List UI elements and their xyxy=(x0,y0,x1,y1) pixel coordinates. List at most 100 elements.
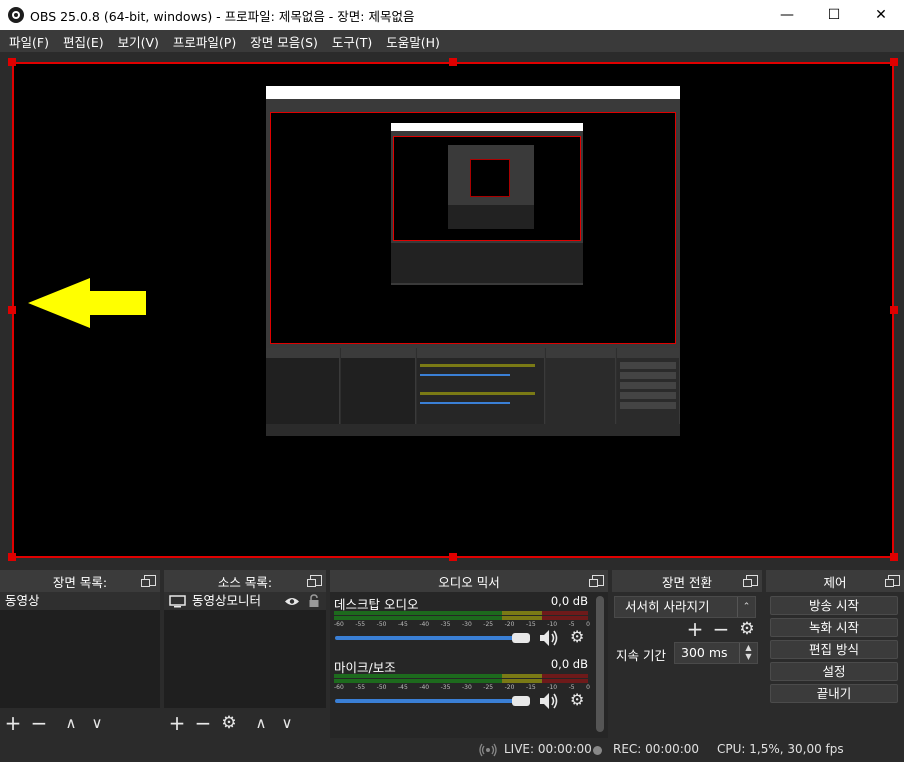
meter-tick: -35 xyxy=(440,684,451,691)
nested-slider xyxy=(420,374,510,376)
duration-spinbox[interactable]: 300 ms ▲ ▼ xyxy=(674,642,758,664)
remove-scene-button[interactable]: − xyxy=(26,710,52,736)
close-icon: ✕ xyxy=(875,7,887,23)
lock-icon[interactable] xyxy=(308,594,320,608)
volume-meter xyxy=(334,679,588,683)
menu-help[interactable]: 도움말(H) xyxy=(386,32,440,51)
undock-icon[interactable] xyxy=(307,575,322,587)
meter-tick: -15 xyxy=(525,621,536,628)
minimize-icon: — xyxy=(780,7,794,23)
menu-scene-collection[interactable]: 장면 모음(S) xyxy=(250,32,318,51)
menu-view[interactable]: 보기(V) xyxy=(118,32,159,51)
settings-button[interactable]: 설정 xyxy=(770,662,898,681)
live-timer: LIVE: 00:00:00 xyxy=(504,742,592,756)
add-source-button[interactable]: + xyxy=(164,710,190,736)
sources-dock: 소스 목록: 동영상모니터 + − ⚙ ∧ ∨ xyxy=(164,570,326,738)
menu-profile[interactable]: 프로파일(P) xyxy=(173,32,236,51)
meter-tick: -10 xyxy=(547,684,558,691)
meter-tick: -30 xyxy=(461,684,472,691)
resize-handle-top-left[interactable] xyxy=(8,58,16,66)
add-transition-button[interactable]: + xyxy=(682,616,708,642)
mixer-scrollbar[interactable] xyxy=(596,596,604,732)
spin-arrows-icon[interactable]: ▲ ▼ xyxy=(739,643,757,663)
resize-handle-bottom-left[interactable] xyxy=(8,553,16,561)
scene-down-button[interactable]: ∨ xyxy=(84,710,110,736)
speaker-icon[interactable] xyxy=(538,692,560,710)
eye-icon[interactable] xyxy=(284,596,300,607)
source-name: 동영상모니터 xyxy=(192,593,262,608)
resize-handle-left[interactable] xyxy=(8,306,16,314)
exit-button[interactable]: 끝내기 xyxy=(770,684,898,703)
nested-panel-header xyxy=(617,348,679,358)
volume-slider-knob[interactable] xyxy=(512,696,530,706)
scenes-toolbar: + − ∧ ∨ xyxy=(0,708,160,738)
nested-deep-capture xyxy=(448,145,534,229)
undock-icon[interactable] xyxy=(743,575,758,587)
controls-dock: 제어 방송 시작 녹화 시작 편집 방식 설정 끝내기 xyxy=(766,570,904,738)
source-up-button[interactable]: ∧ xyxy=(248,710,274,736)
scenes-dock-title: 장면 목록: xyxy=(52,574,108,590)
mixer-dock-title: 오디오 믹서 xyxy=(438,574,500,590)
studio-mode-button[interactable]: 편집 방식 xyxy=(770,640,898,659)
minimize-button[interactable]: — xyxy=(764,0,810,30)
meter-scale: -60 -55 -50 -45 -40 -35 -30 -25 -20 -15 -10 -5 0 xyxy=(334,621,590,629)
nested-panel-header xyxy=(266,348,339,358)
meter-tick: -40 xyxy=(419,621,430,628)
scene-up-button[interactable]: ∧ xyxy=(58,710,84,736)
menu-file[interactable]: 파일(F) xyxy=(9,32,49,51)
start-streaming-button[interactable]: 방송 시작 xyxy=(770,596,898,615)
nested-ctrl-btn xyxy=(620,382,676,389)
transition-select[interactable]: 서서히 사라지기 ⌃ xyxy=(614,596,756,618)
source-properties-gear-icon[interactable]: ⚙ xyxy=(216,710,242,736)
nested-status-bar xyxy=(266,424,680,436)
volume-slider[interactable] xyxy=(335,699,521,703)
maximize-icon: ☐ xyxy=(827,7,841,23)
source-item[interactable]: 동영상모니터 xyxy=(164,592,326,610)
nested-panel-header xyxy=(546,348,615,358)
source-down-button[interactable]: ∨ xyxy=(274,710,300,736)
resize-handle-top[interactable] xyxy=(449,58,457,66)
volume-slider[interactable] xyxy=(335,636,521,640)
nested-title-bar xyxy=(266,86,680,99)
add-scene-button[interactable]: + xyxy=(0,710,26,736)
meter-tick: -55 xyxy=(355,621,366,628)
display-capture-image xyxy=(266,86,680,436)
volume-slider-knob[interactable] xyxy=(512,633,530,643)
nested-meter xyxy=(420,392,535,395)
undock-icon[interactable] xyxy=(885,575,900,587)
start-recording-button[interactable]: 녹화 시작 xyxy=(770,618,898,637)
resize-handle-bottom-right[interactable] xyxy=(890,553,898,561)
preview-area xyxy=(0,52,904,568)
menu-edit[interactable]: 편집(E) xyxy=(63,32,104,51)
mixer-channel-desktop: 데스크탑 오디오 0,0 dB -60 -55 -50 -45 -40 -35 -30 -25… xyxy=(334,594,590,654)
meter-tick: -10 xyxy=(547,621,558,628)
mixer-channel-mic: 마이크/보조 0,0 dB -60 -55 -50 -45 -40 -35 -30 -25 -2… xyxy=(334,657,590,717)
meter-tick: -20 xyxy=(504,621,515,628)
maximize-button[interactable]: ☐ xyxy=(811,0,857,30)
resize-handle-right[interactable] xyxy=(890,306,898,314)
volume-meter xyxy=(334,674,588,678)
speaker-icon[interactable] xyxy=(538,629,560,647)
remove-transition-button[interactable]: − xyxy=(708,616,734,642)
meter-tick: -25 xyxy=(483,621,494,628)
nested-ctrl-btn xyxy=(620,402,676,409)
meter-tick: -50 xyxy=(376,621,387,628)
obs-logo-icon xyxy=(8,7,24,23)
undock-icon[interactable] xyxy=(141,575,156,587)
undock-icon[interactable] xyxy=(589,575,604,587)
nested-ctrl-btn xyxy=(620,362,676,369)
close-button[interactable]: ✕ xyxy=(858,0,904,30)
resize-handle-bottom[interactable] xyxy=(449,553,457,561)
nested-docks xyxy=(266,348,680,424)
resize-handle-top-right[interactable] xyxy=(890,58,898,66)
channel-db: 0,0 dB xyxy=(550,594,588,608)
scene-item[interactable]: 동영상 xyxy=(0,592,160,610)
title-bar: OBS 25.0.8 (64-bit, windows) - 프로파일: 제목없… xyxy=(0,0,904,30)
remove-source-button[interactable]: − xyxy=(190,710,216,736)
nested-canvas xyxy=(270,112,676,344)
channel-gear-icon[interactable]: ⚙ xyxy=(570,627,584,646)
meter-scale: -60 -55 -50 -45 -40 -35 -30 -25 -20 -15 -10 -5 0 xyxy=(334,684,590,692)
menu-tools[interactable]: 도구(T) xyxy=(332,32,372,51)
transition-gear-icon[interactable]: ⚙ xyxy=(734,616,760,642)
channel-gear-icon[interactable]: ⚙ xyxy=(570,690,584,709)
